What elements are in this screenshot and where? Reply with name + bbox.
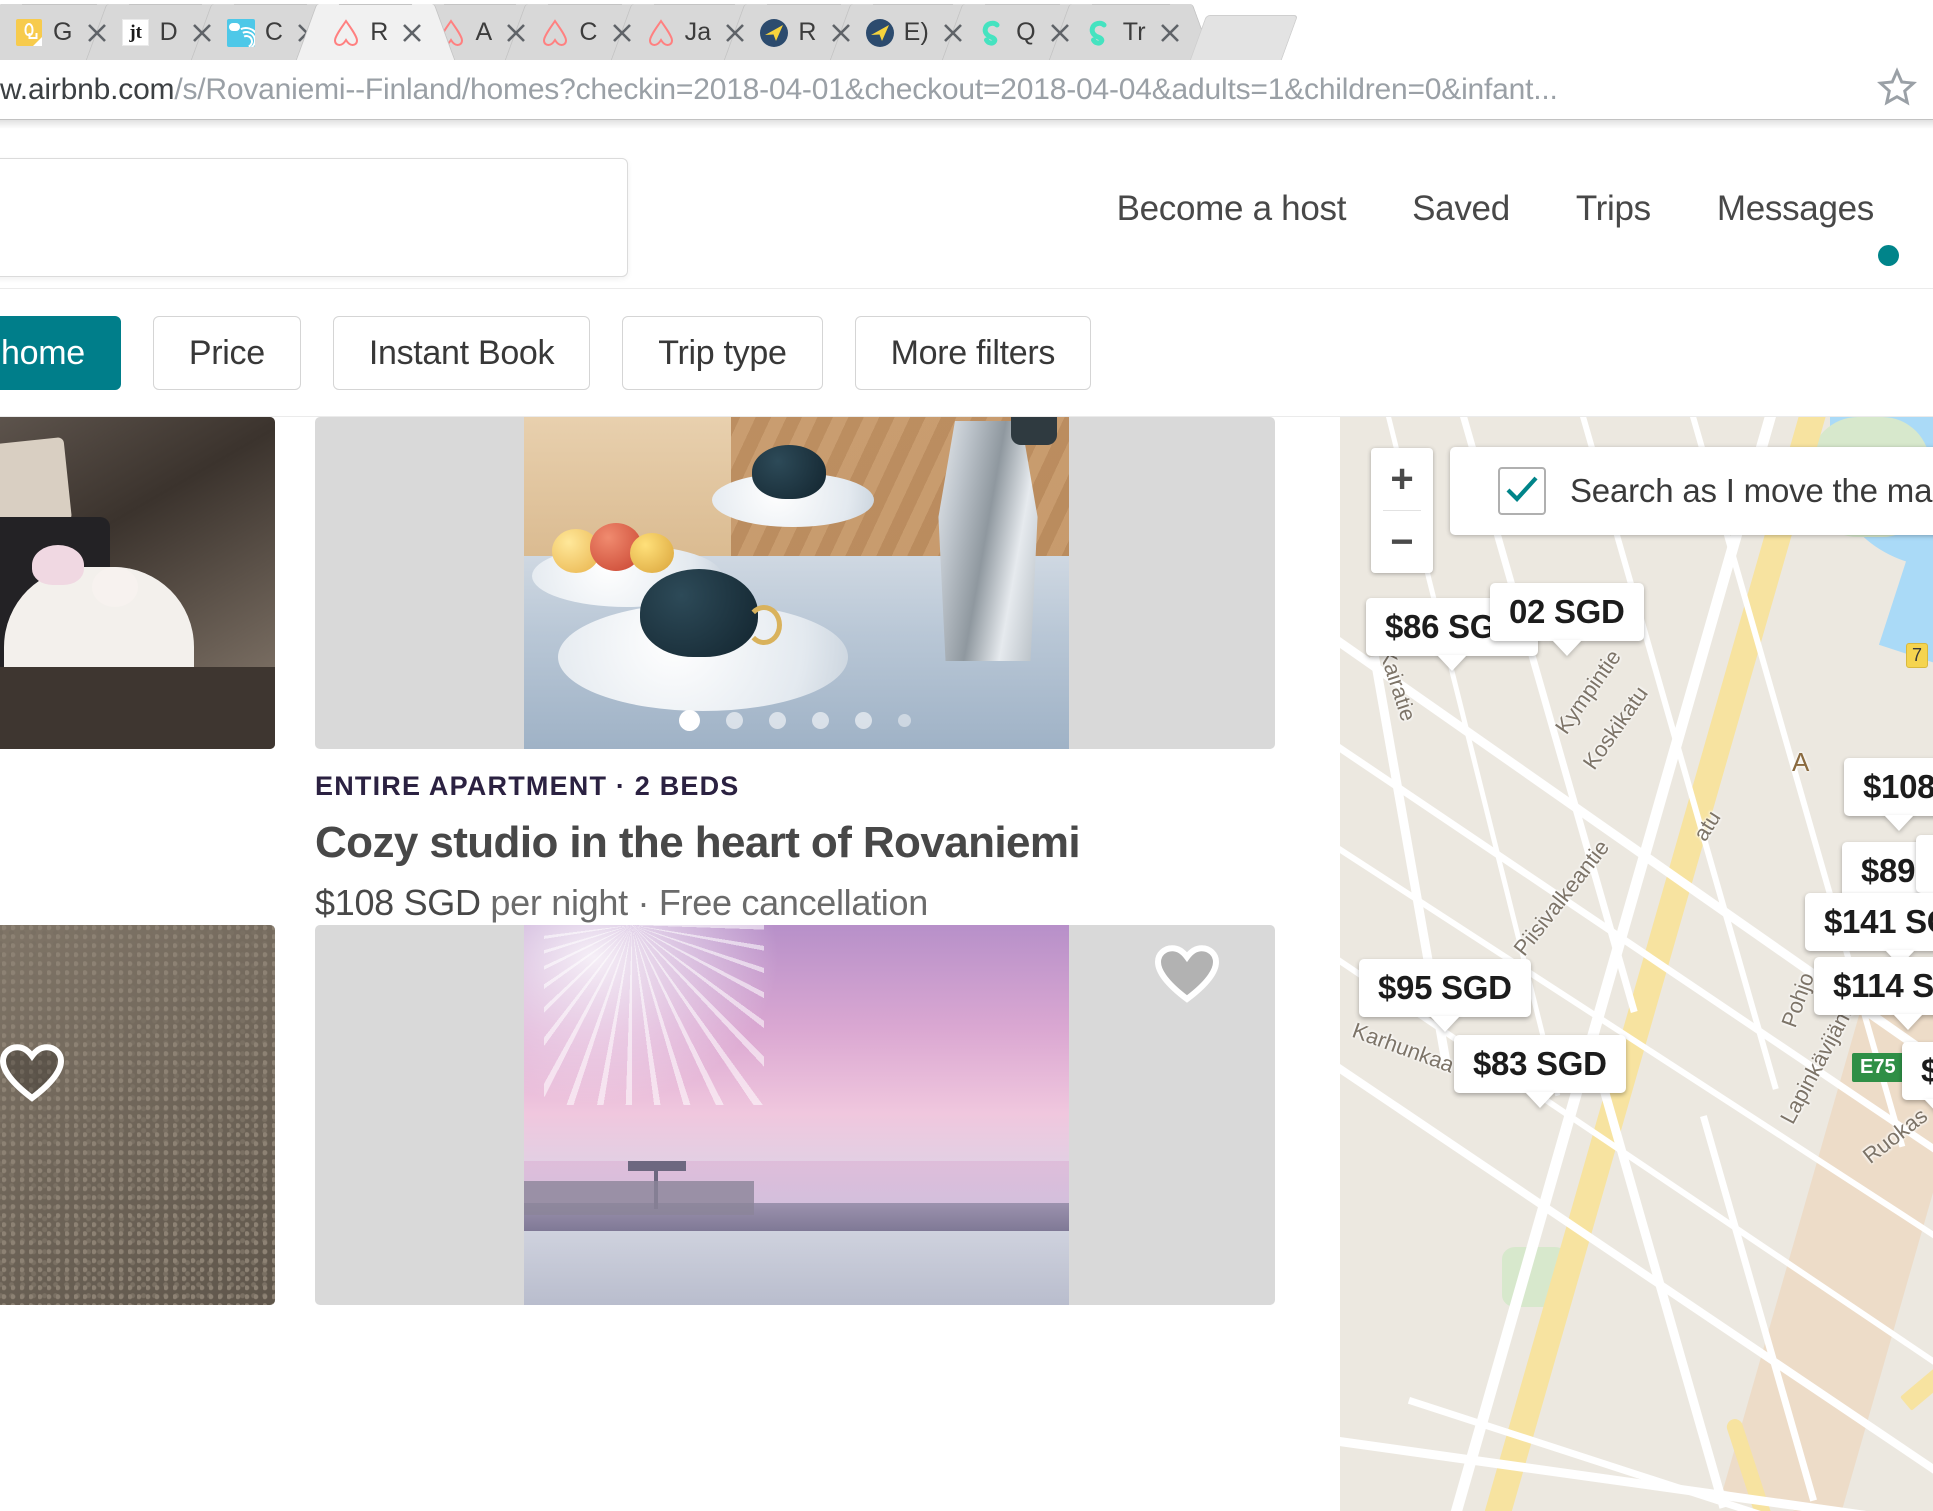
map-price-pin[interactable]: $141 SGD xyxy=(1805,893,1933,951)
nav-item-become-a-host[interactable]: Become a host xyxy=(1084,189,1380,229)
map-zoom-controls[interactable]: + − xyxy=(1371,448,1433,573)
skyscanner-icon xyxy=(977,18,1007,48)
airbnb-icon xyxy=(540,18,570,48)
filter-chip-trip-type[interactable]: Trip type xyxy=(622,316,823,390)
results-list: ENTIRE APARTMENT · 2 BEDS Cozy studio in… xyxy=(0,417,1340,1511)
notification-dot xyxy=(1878,244,1899,266)
listing-thumbnail-previous[interactable] xyxy=(0,925,275,1305)
airbnb-icon xyxy=(331,18,361,48)
plane-icon xyxy=(865,18,895,48)
filter-chip-home[interactable]: home xyxy=(0,316,121,390)
tab-close-icon[interactable] xyxy=(184,15,220,51)
tab-title: D xyxy=(159,18,178,46)
carousel-dot[interactable] xyxy=(769,712,786,729)
url-host: w.airbnb.com xyxy=(0,72,175,106)
map-price-pin[interactable]: $83 SGD xyxy=(1454,1035,1626,1093)
browser-tab[interactable]: Tr xyxy=(1069,4,1192,60)
tab-title: A xyxy=(475,18,493,46)
listing-price: $108 SGD xyxy=(315,882,481,923)
carousel-dot[interactable] xyxy=(726,712,743,729)
url-path: /s/Rovaniemi--Finland/homes?checkin=2018… xyxy=(174,72,1558,106)
listing-title[interactable]: Cozy studio in the heart of Rovaniemi xyxy=(315,818,1340,868)
airbnb-icon xyxy=(646,18,676,48)
search-input[interactable] xyxy=(0,195,627,240)
listing-photo[interactable] xyxy=(315,925,1275,1305)
tab-close-icon[interactable] xyxy=(79,15,115,51)
tab-close-icon[interactable] xyxy=(823,15,859,51)
listing-card[interactable]: ENTIRE APARTMENT · 2 BEDS Cozy studio in… xyxy=(0,417,1340,974)
checkbox-icon[interactable] xyxy=(1498,467,1546,515)
tab-title: Ja xyxy=(684,18,712,46)
map-price-pin[interactable]: SGD xyxy=(1916,835,1933,893)
bookmark-star-icon[interactable] xyxy=(1875,65,1919,114)
search-as-i-move-toggle[interactable]: Search as I move the map xyxy=(1450,447,1933,535)
carousel-dot[interactable] xyxy=(898,714,911,727)
filter-bar: home Price Instant Book Trip type More filte… xyxy=(0,290,1933,417)
listing-photo[interactable] xyxy=(315,417,1275,749)
tab-close-icon[interactable] xyxy=(1042,15,1078,51)
tab-close-icon[interactable] xyxy=(935,15,971,51)
tab-strip: Gjt D C R A C Ja R E) Q Tr xyxy=(0,0,1933,60)
listing-photo-image xyxy=(524,417,1069,749)
site-header: Become a hostSavedTripsMessages xyxy=(0,129,1933,289)
map-price-pin[interactable]: $114 SGD xyxy=(1814,957,1933,1015)
map-price-pin[interactable]: $1 xyxy=(1902,1042,1933,1100)
search-as-i-move-label: Search as I move the map xyxy=(1570,472,1933,509)
map-price-pin[interactable]: 02 SGD xyxy=(1490,583,1644,641)
tab-title: R xyxy=(798,18,817,46)
nav-item-trips[interactable]: Trips xyxy=(1543,189,1684,229)
nav-item-saved[interactable]: Saved xyxy=(1379,189,1543,229)
address-bar[interactable]: w.airbnb.com/s/Rovaniemi--Finland/homes?… xyxy=(0,60,1933,120)
tab-close-icon[interactable] xyxy=(498,15,534,51)
listing-card[interactable] xyxy=(0,925,1340,1305)
map-price-pin[interactable]: $95 SGD xyxy=(1359,959,1531,1017)
carousel-dot[interactable] xyxy=(812,712,829,729)
map-route-shield: 7 xyxy=(1906,643,1929,668)
listing-price-suffix: per night · Free cancellation xyxy=(490,882,928,923)
tab-close-icon[interactable] xyxy=(394,15,430,51)
carousel-dots[interactable] xyxy=(679,710,911,731)
browser-chrome: Gjt D C R A C Ja R E) Q Tr xyxy=(0,0,1933,60)
nav-item-messages[interactable]: Messages xyxy=(1684,189,1907,266)
tab-title: R xyxy=(370,18,389,46)
browser-tab[interactable]: R xyxy=(317,4,435,60)
new-tab-button[interactable] xyxy=(1189,15,1299,60)
filter-chip-more-filters[interactable]: More filters xyxy=(854,316,1092,390)
filter-chip-price[interactable]: Price xyxy=(152,316,301,390)
favorite-heart-icon[interactable] xyxy=(1154,945,1220,1009)
cloud-icon xyxy=(226,18,256,48)
map-panel[interactable]: + − Search as I move the map Kairatie Kym… xyxy=(1340,417,1933,1511)
listing-kicker: ENTIRE APARTMENT · 2 BEDS xyxy=(315,771,740,801)
favorite-heart-icon[interactable] xyxy=(0,1044,65,1108)
jetstar-icon: jt xyxy=(121,18,151,48)
plane-icon xyxy=(759,18,789,48)
tab-title: Q xyxy=(1016,18,1036,46)
map-price-pin[interactable]: $108 xyxy=(1844,758,1933,816)
tab-title: C xyxy=(579,18,598,46)
skyscanner-icon xyxy=(1084,18,1114,48)
google-keep-icon xyxy=(14,18,44,48)
tab-title: Tr xyxy=(1122,18,1146,46)
search-box[interactable] xyxy=(0,158,628,277)
tab-close-icon[interactable] xyxy=(604,15,640,51)
tab-title: G xyxy=(53,18,73,46)
listing-price-line: $108 SGD per night · Free cancellation xyxy=(315,882,1340,924)
listing-thumbnail-previous[interactable] xyxy=(0,417,275,749)
listing-gallery[interactable] xyxy=(0,417,1340,749)
map-route-shield: E75 xyxy=(1852,1053,1904,1082)
carousel-dot[interactable] xyxy=(679,710,700,731)
map-poi-label: A xyxy=(1792,747,1810,777)
carousel-dot[interactable] xyxy=(855,712,872,729)
header-nav: Become a host Saved Trips Messages xyxy=(1084,129,1907,288)
listing-gallery[interactable] xyxy=(0,925,1340,1305)
tab-title: C xyxy=(264,18,284,46)
url-text: w.airbnb.com/s/Rovaniemi--Finland/homes?… xyxy=(0,73,1558,107)
tab-close-icon[interactable] xyxy=(717,15,753,51)
zoom-in-button[interactable]: + xyxy=(1371,448,1433,510)
tab-close-icon[interactable] xyxy=(1152,15,1188,51)
zoom-out-button[interactable]: − xyxy=(1371,511,1433,573)
filter-chip-instant-book[interactable]: Instant Book xyxy=(332,316,591,390)
chrome-shadow xyxy=(0,119,1933,129)
tab-title: E) xyxy=(903,18,930,46)
